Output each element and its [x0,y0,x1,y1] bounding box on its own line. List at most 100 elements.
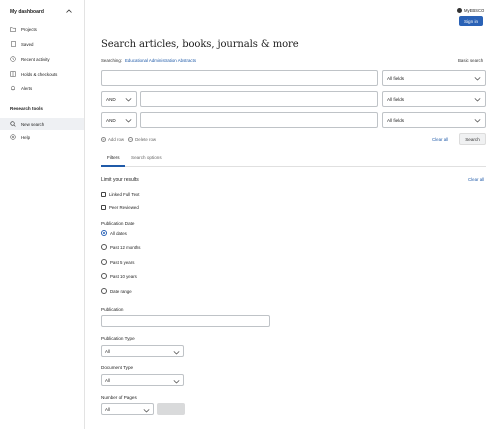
sidebar-item-label: New search [21,121,45,127]
radio-past-5-years[interactable]: Past 5 years [101,259,134,265]
publication-type-select[interactable]: All [101,345,184,357]
radio-dot[interactable] [101,288,107,294]
radio-label: Date range [110,288,132,294]
publication-label: Publication [101,307,124,312]
radio-label: Past 5 years [110,259,135,265]
app-root: My dashboard Projects Saved Recent activ… [0,0,500,429]
radio-past-10-years[interactable]: Past 10 years [101,273,137,279]
tab-search-options[interactable]: Search options [131,155,162,160]
searching-line: Searching: Educational Administration Abs… [101,58,196,63]
select-value: All [105,377,110,383]
operator-value: AND [106,117,116,123]
sidebar-item-new-search[interactable]: New search [0,118,84,130]
sidebar-item-label: Alerts [21,85,33,91]
sidebar-item-label: Holds & checkouts [21,71,58,77]
delete-row-label: Delete row [135,137,157,142]
sidebar-item-label: Projects [21,26,37,32]
number-of-pages-select[interactable]: All [101,403,154,415]
bookmark-icon [10,41,16,47]
field-select-row-1[interactable]: All fields [382,70,486,86]
search-icon [10,121,16,127]
publication-date-label: Publication Date [101,221,135,226]
chevron-down-icon [173,378,180,385]
checkbox-box[interactable] [101,205,106,210]
clear-all-filters-link[interactable]: Clear all [468,177,484,182]
chevron-down-icon [143,407,150,414]
number-of-pages-label: Number of Pages [101,395,137,400]
field-select-value: All fields [387,75,405,81]
page-title: Search articles, books, journals & more [101,39,299,50]
sidebar-item-saved[interactable]: Saved [0,38,84,50]
search-input-row-1[interactable] [101,70,378,86]
my-ebsco-link[interactable]: MyEBSCO [457,7,484,14]
book-icon [10,71,16,77]
row-actions: + Add row − Delete row [101,137,160,142]
history-icon [10,56,16,62]
clear-all-search-link[interactable]: Clear all [432,137,448,142]
chevron-down-icon [125,117,132,124]
radio-label: Past 12 months [110,244,141,250]
field-select-value: All fields [387,117,405,123]
folder-icon [10,26,16,32]
sidebar-item-holds[interactable]: Holds & checkouts [0,68,84,80]
field-select-value: All fields [387,96,405,102]
sidebar-item-projects[interactable]: Projects [0,23,84,35]
select-value: All [105,348,110,354]
peer-reviewed-checkbox[interactable]: Peer Reviewed [101,205,139,210]
searching-label: Searching: [101,58,122,63]
sidebar-item-help[interactable]: Help [0,131,84,143]
radio-all-dates[interactable]: All dates [101,230,127,236]
minus-icon: − [128,137,134,142]
sidebar-header[interactable]: My dashboard [10,7,72,17]
checkbox-box[interactable] [101,192,106,197]
chevron-down-icon [125,96,132,103]
linked-full-text-checkbox[interactable]: Linked Full Text [101,192,139,197]
radio-past-12-months[interactable]: Past 12 months [101,244,141,250]
operator-select-row-2[interactable]: AND [101,91,137,107]
delete-row-button[interactable]: − Delete row [128,137,156,142]
field-select-row-2[interactable]: All fields [382,91,486,107]
search-input-row-3[interactable] [140,112,378,128]
chevron-up-icon[interactable] [66,9,72,15]
add-row-label: Add row [108,137,125,142]
field-select-row-3[interactable]: All fields [382,112,486,128]
select-value: All [105,406,110,412]
user-icon [457,8,462,13]
radio-dot[interactable] [101,259,107,265]
sign-in-button[interactable]: Sign in [459,16,483,26]
basic-search-link[interactable]: Basic search [458,58,483,63]
sidebar-item-recent-activity[interactable]: Recent activity [0,53,84,65]
radio-dot[interactable] [101,230,107,236]
pages-value-field-disabled [157,403,185,415]
radio-dot[interactable] [101,244,107,250]
radio-label: Past 10 years [110,273,137,279]
radio-date-range[interactable]: Date range [101,288,132,294]
publication-input[interactable] [101,315,270,327]
sidebar: My dashboard Projects Saved Recent activ… [0,0,85,429]
radio-label: All dates [110,230,127,236]
database-link[interactable]: Educational Administration Abstracts [125,58,196,63]
add-row-button[interactable]: + Add row [101,137,124,142]
radio-dot[interactable] [101,273,107,279]
limit-results-heading: Limit your results [101,177,139,183]
operator-select-row-3[interactable]: AND [101,112,137,128]
active-tab-indicator [101,165,125,167]
chevron-down-icon [173,349,180,356]
sidebar-item-alerts[interactable]: Alerts [0,82,84,94]
search-button[interactable]: Search [459,133,486,145]
publication-type-label: Publication Type [101,336,135,341]
tab-bar: Filters Search options [101,151,486,167]
tab-filters[interactable]: Filters [107,155,120,160]
search-input-row-2[interactable] [140,91,378,107]
document-type-label: Document Type [101,365,134,370]
checkbox-label: Peer Reviewed [109,205,139,210]
sidebar-title: My dashboard [10,9,44,15]
my-ebsco-label: MyEBSCO [464,8,485,13]
sidebar-item-label: Recent activity [21,56,50,62]
document-type-select[interactable]: All [101,374,184,386]
sidebar-item-label: Saved [21,41,34,47]
chevron-down-icon [474,117,481,124]
chevron-down-icon [474,75,481,82]
plus-icon: + [101,137,106,142]
operator-value: AND [106,96,116,102]
